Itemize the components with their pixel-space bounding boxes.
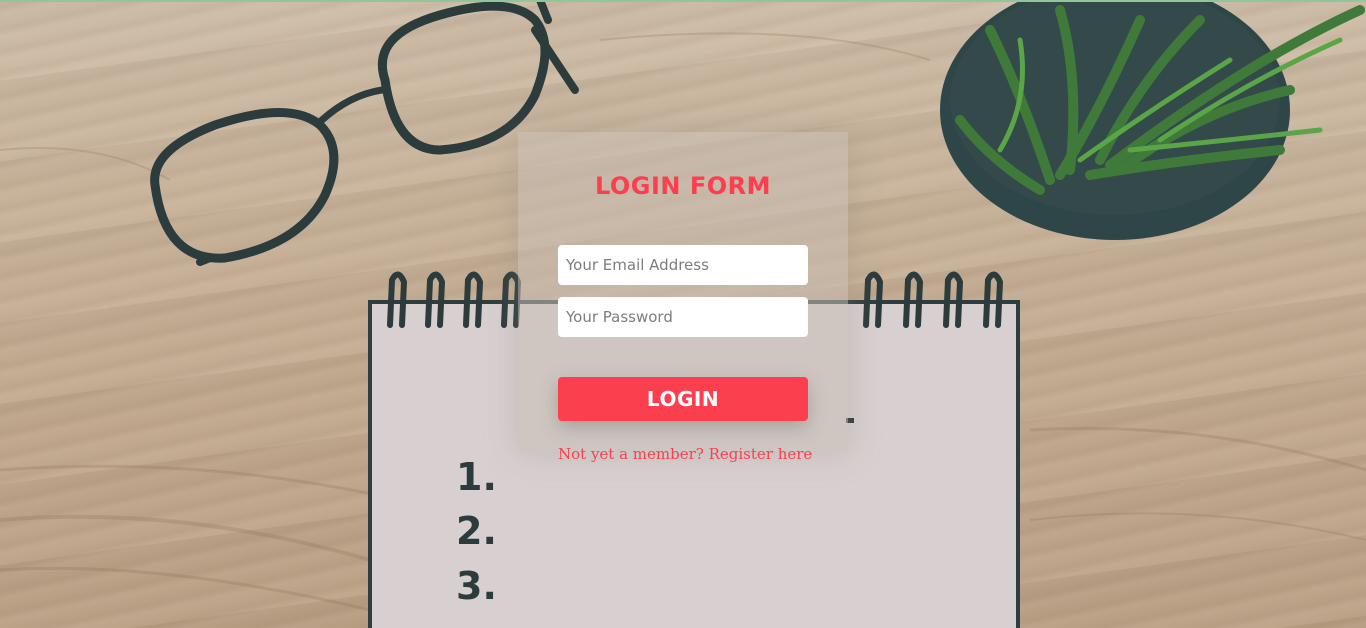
glasses-illustration <box>150 0 579 266</box>
email-input[interactable] <box>558 245 808 285</box>
register-link[interactable]: Not yet a member? Register here <box>558 445 812 463</box>
password-input[interactable] <box>558 297 808 337</box>
login-button[interactable]: LOGIN <box>558 377 808 421</box>
notepad-item-1: 1. <box>456 455 497 499</box>
notepad-item-2: 2. <box>456 509 497 553</box>
top-accent-line <box>0 0 1366 2</box>
page-title: LOGIN FORM <box>594 172 772 200</box>
notepad-item-3: 3. <box>456 564 497 608</box>
plant-illustration <box>940 0 1365 240</box>
